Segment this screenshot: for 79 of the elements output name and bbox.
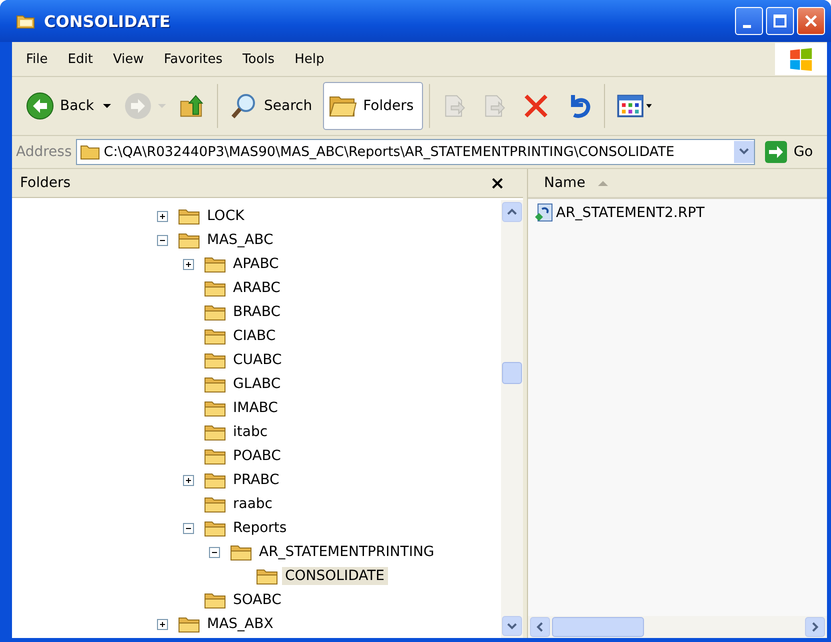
folder-icon xyxy=(204,447,226,465)
folder-icon xyxy=(204,255,226,273)
folder-icon xyxy=(80,144,100,160)
menu-item[interactable]: Edit xyxy=(58,52,103,66)
file-name[interactable]: AR_STATEMENT2.RPT xyxy=(556,205,705,221)
folder-icon xyxy=(204,327,226,345)
folder-tree-item[interactable]: SOABC xyxy=(230,591,284,609)
folder-tree-item[interactable]: POABC xyxy=(230,447,284,465)
search-button[interactable]: Search xyxy=(224,82,322,130)
folder-icon xyxy=(256,567,278,585)
folder-tree-item[interactable]: CIABC xyxy=(230,327,279,345)
folder-tree-item[interactable]: MAS_ABC xyxy=(204,231,276,249)
folder-icon xyxy=(204,279,226,297)
collapse-icon[interactable] xyxy=(157,234,168,246)
pane-title: Folders xyxy=(20,175,71,191)
caret-icon xyxy=(103,102,111,110)
folder-icon xyxy=(204,375,226,393)
report-file-icon xyxy=(534,203,554,223)
folder-tree-item[interactable]: MAS_ABX xyxy=(204,615,276,633)
scroll-thumb[interactable] xyxy=(502,362,522,384)
folder-tree-item[interactable]: CONSOLIDATE xyxy=(282,567,388,585)
minimize-icon xyxy=(742,24,750,28)
scroll-thumb[interactable] xyxy=(552,617,644,637)
minimize-button[interactable] xyxy=(735,7,763,35)
expand-icon[interactable] xyxy=(157,210,168,222)
folder-icon xyxy=(204,399,226,417)
menu-item[interactable]: Tools xyxy=(232,52,285,66)
menu-item[interactable]: Help xyxy=(284,52,334,66)
go-button[interactable]: Go xyxy=(758,141,823,163)
expand-icon[interactable] xyxy=(157,618,168,630)
folder-tree-item[interactable]: LOCK xyxy=(204,207,248,225)
folder-icon xyxy=(178,615,200,633)
folder-tree-item[interactable]: AR_STATEMENTPRINTING xyxy=(256,543,438,561)
views-icon xyxy=(616,92,654,120)
expand-icon[interactable] xyxy=(183,258,194,270)
folder-icon xyxy=(204,591,226,609)
folder-icon xyxy=(204,423,226,441)
menu-item[interactable]: Favorites xyxy=(154,52,233,66)
collapse-icon[interactable] xyxy=(183,522,194,534)
folder-tree-item[interactable]: APABC xyxy=(230,255,282,273)
folder-tree-item[interactable]: ARABC xyxy=(230,279,284,297)
folder-tree-item[interactable]: raabc xyxy=(230,495,276,513)
folder-icon xyxy=(204,351,226,369)
chevron-right-icon[interactable] xyxy=(811,622,819,632)
chevron-up-icon[interactable] xyxy=(507,208,517,216)
address-field[interactable]: C:\QA\R032440P3\MAS90\MAS_ABC\Reports\AR_STATEMENTPRINTING\CONSOLIDATE xyxy=(76,139,755,165)
menu-item[interactable]: View xyxy=(102,52,154,66)
menu-item[interactable]: File xyxy=(16,52,58,66)
folder-tree-item[interactable]: itabc xyxy=(230,423,271,441)
close-pane-button[interactable]: × xyxy=(480,172,515,194)
address-label: Address xyxy=(16,144,72,160)
folders-button[interactable]: Folders xyxy=(323,82,423,130)
folder-tree-item[interactable]: BRABC xyxy=(230,303,284,321)
window-title: CONSOLIDATE xyxy=(44,12,172,30)
folder-icon xyxy=(204,303,226,321)
vertical-scrollbar[interactable] xyxy=(501,200,523,638)
chevron-down-icon[interactable] xyxy=(507,622,517,630)
maximize-button[interactable] xyxy=(766,7,794,35)
folder-tree-item[interactable]: CUABC xyxy=(230,351,285,369)
folder-tree-item[interactable]: GLABC xyxy=(230,375,284,393)
folder-icon xyxy=(178,207,200,225)
close-button[interactable] xyxy=(797,7,825,35)
folder-icon xyxy=(204,495,226,513)
windows-logo-icon xyxy=(775,43,827,75)
expand-icon[interactable] xyxy=(183,474,194,486)
folder-tree-item[interactable]: IMABC xyxy=(230,399,281,417)
folder-icon xyxy=(178,231,200,249)
horizontal-scrollbar[interactable] xyxy=(528,616,827,638)
folder-icon xyxy=(16,13,36,29)
caret-icon xyxy=(158,102,166,110)
chevron-left-icon[interactable] xyxy=(536,622,544,632)
folder-icon xyxy=(204,519,226,537)
folder-tree-item[interactable]: PRABC xyxy=(230,471,282,489)
sort-ascending-icon xyxy=(597,179,610,187)
folder-icon xyxy=(204,471,226,489)
folder-tree-item[interactable]: Reports xyxy=(230,519,290,537)
folder-icon xyxy=(230,543,252,561)
back-button[interactable]: Back xyxy=(20,82,116,130)
collapse-icon[interactable] xyxy=(209,546,220,558)
